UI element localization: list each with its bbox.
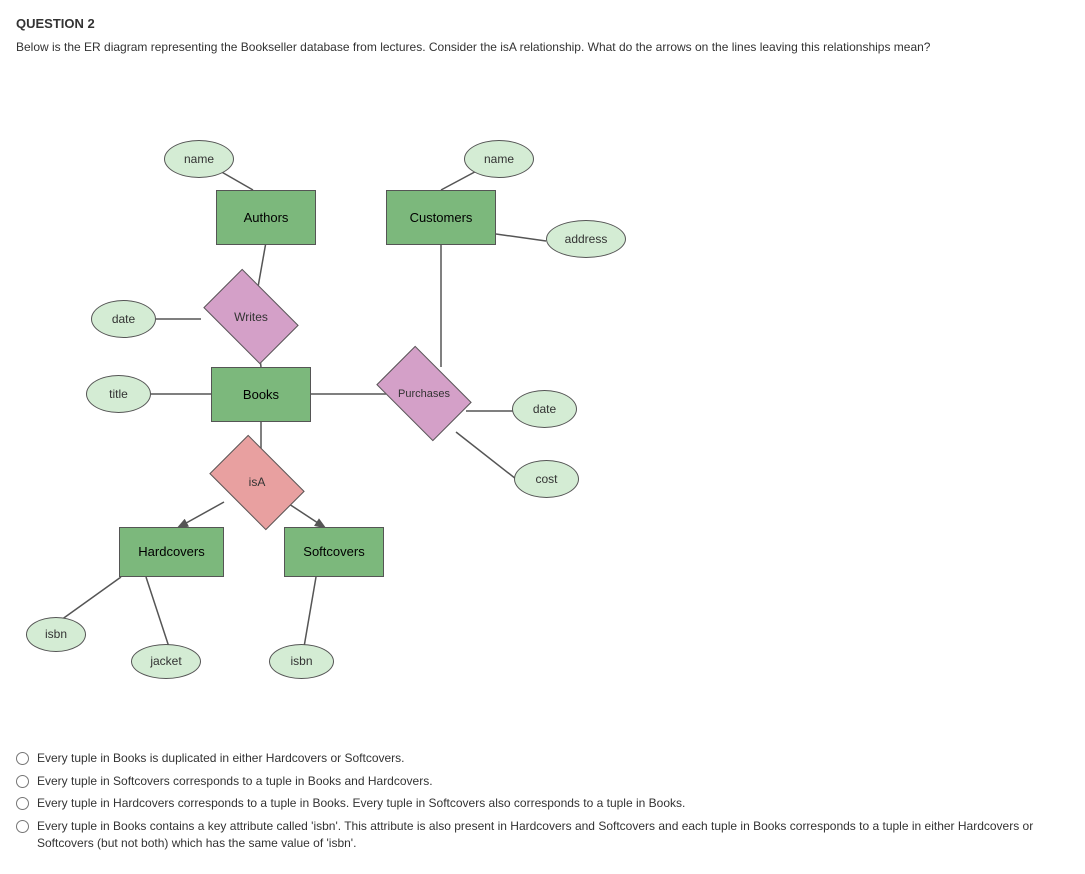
answer-option-d[interactable]: Every tuple in Books contains a key attr… [16, 818, 1069, 852]
answer-text-c: Every tuple in Hardcovers corresponds to… [37, 795, 685, 812]
answer-choices: Every tuple in Books is duplicated in ei… [16, 750, 1069, 852]
cost-attr: cost [514, 460, 579, 498]
hardcovers-entity: Hardcovers [119, 527, 224, 577]
title-attr: title [86, 375, 151, 413]
er-diagram: name name address date title date cost i… [16, 72, 1069, 742]
isbn-right-attr: isbn [269, 644, 334, 679]
books-entity: Books [211, 367, 311, 422]
date-writes-attr: date [91, 300, 156, 338]
answer-option-b[interactable]: Every tuple in Softcovers corresponds to… [16, 773, 1069, 790]
writes-relationship: Writes [201, 282, 301, 352]
answer-text-d: Every tuple in Books contains a key attr… [37, 818, 1069, 852]
radio-d[interactable] [16, 820, 29, 833]
purchases-relationship: Purchases [379, 360, 469, 428]
question-title: QUESTION 2 [16, 16, 1069, 31]
radio-b[interactable] [16, 775, 29, 788]
date-purchases-attr: date [512, 390, 577, 428]
question-description: Below is the ER diagram representing the… [16, 39, 1069, 56]
jacket-attr: jacket [131, 644, 201, 679]
address-attr: address [546, 220, 626, 258]
answer-option-c[interactable]: Every tuple in Hardcovers corresponds to… [16, 795, 1069, 812]
name-customers-attr: name [464, 140, 534, 178]
answer-option-a[interactable]: Every tuple in Books is duplicated in ei… [16, 750, 1069, 767]
radio-a[interactable] [16, 752, 29, 765]
isa-relationship: isA [212, 450, 302, 515]
customers-entity: Customers [386, 190, 496, 245]
authors-entity: Authors [216, 190, 316, 245]
softcovers-entity: Softcovers [284, 527, 384, 577]
radio-c[interactable] [16, 797, 29, 810]
answer-text-b: Every tuple in Softcovers corresponds to… [37, 773, 433, 790]
name-authors-attr: name [164, 140, 234, 178]
isbn-left-attr: isbn [26, 617, 86, 652]
answer-text-a: Every tuple in Books is duplicated in ei… [37, 750, 405, 767]
